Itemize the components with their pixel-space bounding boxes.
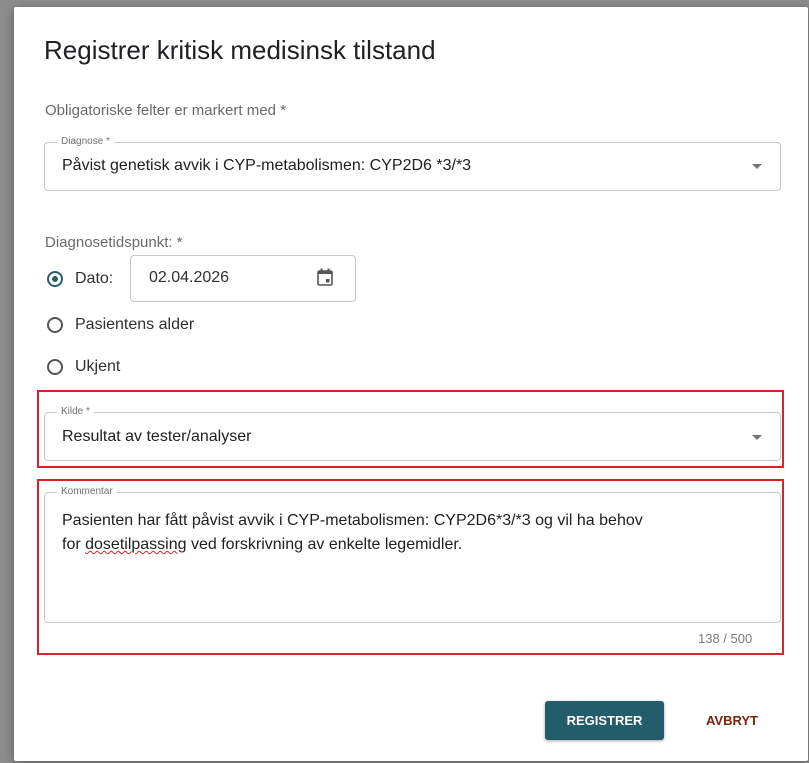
kommentar-label: Kommentar	[57, 486, 117, 498]
radio-dato-label: Dato:	[75, 270, 114, 287]
radio-pasientens-alder[interactable]	[47, 317, 63, 333]
radio-ukjent-label: Ukjent	[75, 358, 121, 375]
kommentar-text: Pasienten har fått påvist avvik i CYP-me…	[62, 509, 782, 557]
cancel-button[interactable]: AVBRYT	[688, 701, 776, 740]
kilde-label: Kilde *	[57, 406, 94, 418]
register-button[interactable]: REGISTRER	[545, 701, 664, 740]
diagnosetidspunkt-label: Diagnosetidspunkt: *	[45, 234, 183, 251]
dialog-title: Registrer kritisk medisinsk tilstand	[44, 35, 436, 65]
calendar-icon[interactable]	[317, 268, 333, 286]
diagnose-select[interactable]: Diagnose * Påvist genetisk avvik i CYP-m…	[44, 136, 781, 191]
dropdown-arrow-icon	[752, 164, 762, 169]
radio-ukjent[interactable]	[47, 359, 63, 375]
radio-pasientens-alder-label: Pasientens alder	[75, 316, 195, 333]
kommentar-line-2-end: ved forskrivning av enkelte legemidler.	[186, 536, 463, 553]
kommentar-textarea[interactable]: Kommentar Pasienten har fått påvist avvi…	[44, 486, 782, 623]
character-counter: 138 / 500	[698, 631, 753, 646]
radio-dato[interactable]	[47, 271, 63, 287]
kommentar-line-2-start: for	[62, 536, 86, 553]
kommentar-line-1: Pasienten har fått påvist avvik i CYP-me…	[62, 512, 643, 529]
diagnose-label: Diagnose *	[57, 136, 114, 148]
spellcheck-word: dosetilpassing	[85, 536, 187, 553]
date-input[interactable]: 02.04.2026	[130, 255, 356, 302]
diagnose-value: Påvist genetisk avvik i CYP-metabolismen…	[62, 157, 472, 174]
kommentar-line-2: for dosetilpassing ved forskrivning av e…	[62, 533, 782, 557]
register-condition-dialog: Registrer kritisk medisinsk tilstand Obl…	[14, 7, 808, 761]
required-fields-note: Obligatoriske felter er markert med *	[45, 102, 286, 119]
date-value: 02.04.2026	[149, 269, 230, 286]
dropdown-arrow-icon	[752, 435, 762, 440]
kilde-select[interactable]: Kilde * Resultat av tester/analyser	[44, 406, 781, 461]
kilde-value: Resultat av tester/analyser	[62, 428, 252, 445]
